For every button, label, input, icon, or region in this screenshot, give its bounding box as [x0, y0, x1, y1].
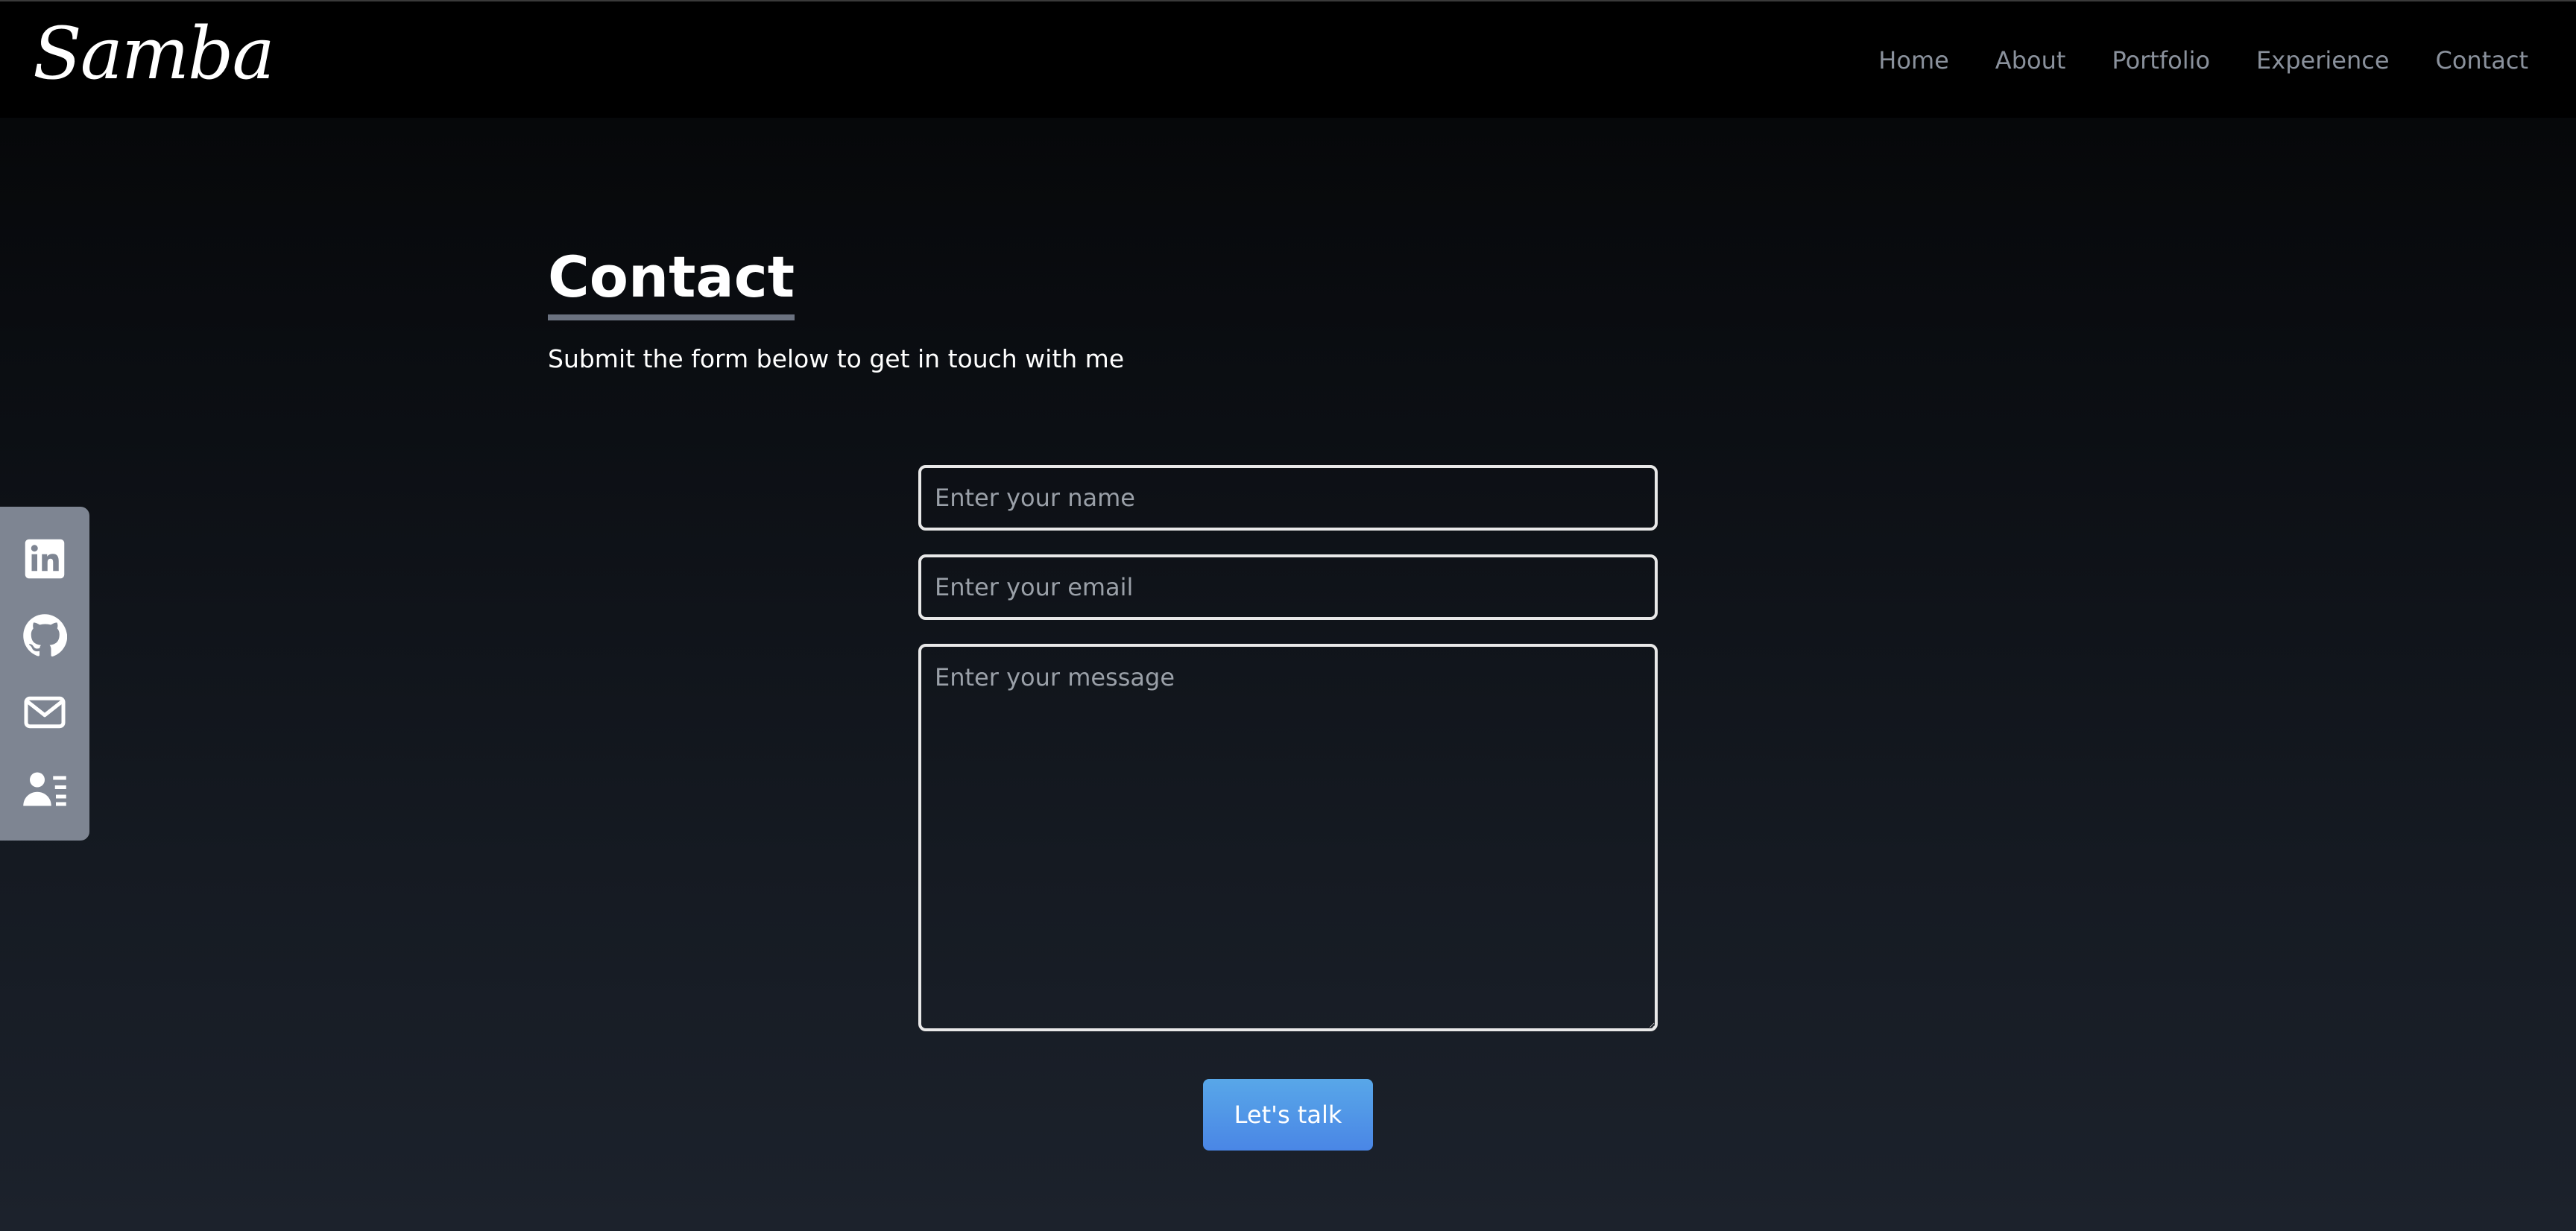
top-navbar: Samba Home About Portfolio Experience Co…	[0, 0, 2576, 118]
name-field[interactable]	[918, 465, 1658, 531]
resume-icon	[23, 772, 66, 806]
github-link[interactable]	[21, 612, 69, 659]
nav-link-portfolio[interactable]: Portfolio	[2112, 46, 2210, 75]
nav-links: Home About Portfolio Experience Contact	[1878, 1, 2528, 119]
linkedin-link[interactable]	[21, 535, 69, 583]
nav-link-contact[interactable]: Contact	[2436, 46, 2529, 75]
contact-subtitle: Submit the form below to get in touch wi…	[548, 344, 1125, 373]
submit-button[interactable]: Let's talk	[1203, 1079, 1373, 1151]
email-field[interactable]	[918, 554, 1658, 620]
email-link[interactable]	[21, 689, 69, 736]
github-icon	[23, 613, 67, 656]
linkedin-icon	[25, 539, 65, 578]
nav-link-about[interactable]: About	[1995, 46, 2066, 75]
mail-icon	[24, 696, 66, 728]
nav-link-experience[interactable]: Experience	[2256, 46, 2389, 75]
social-sidebar	[0, 507, 89, 841]
nav-link-home[interactable]: Home	[1878, 46, 1949, 75]
message-field[interactable]	[918, 644, 1658, 1031]
resume-link[interactable]	[21, 765, 69, 813]
brand-logo[interactable]: Samba	[33, 9, 275, 98]
contact-title: Contact	[548, 240, 795, 320]
